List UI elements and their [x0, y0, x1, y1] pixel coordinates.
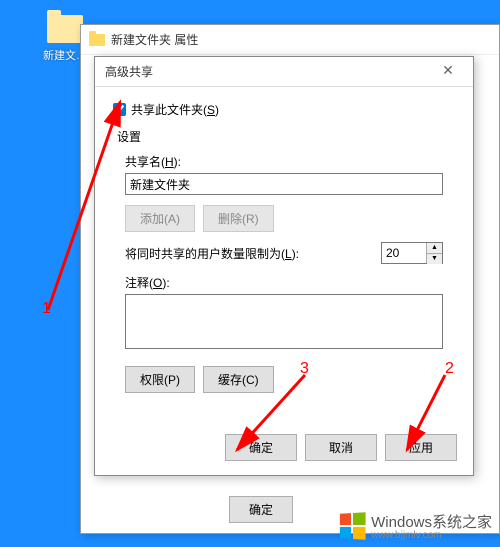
- comment-label: 注释(O):: [125, 274, 443, 291]
- ok-button[interactable]: 确定: [225, 434, 297, 461]
- watermark-text: Windows系统之家: [371, 514, 492, 531]
- watermark: Windows系统之家 www.bjjmlv.com: [339, 511, 492, 541]
- annotation-number-3: 3: [300, 360, 309, 378]
- close-icon[interactable]: ✕: [433, 62, 463, 82]
- settings-group: 设置 共享名(H): 添加(A) 删除(R) 将同时共享的用户数量限制为(L):: [113, 128, 455, 393]
- comment-textarea[interactable]: [125, 294, 443, 349]
- user-limit-label: 将同时共享的用户数量限制为(L):: [125, 245, 299, 262]
- properties-ok-button[interactable]: 确定: [229, 496, 293, 523]
- user-limit-input[interactable]: [382, 243, 426, 263]
- folder-icon: [47, 15, 83, 43]
- watermark-url: www.bjjmlv.com: [371, 530, 492, 541]
- settings-label: 设置: [117, 128, 455, 145]
- comment-field: 注释(O):: [125, 274, 443, 352]
- user-limit-row: 将同时共享的用户数量限制为(L): ▲ ▼: [125, 242, 443, 264]
- add-button[interactable]: 添加(A): [125, 205, 195, 232]
- share-folder-label[interactable]: 共享此文件夹(S): [131, 101, 219, 118]
- folder-icon: [89, 34, 105, 46]
- cache-button[interactable]: 缓存(C): [203, 366, 274, 393]
- permissions-button[interactable]: 权限(P): [125, 366, 195, 393]
- share-checkbox-row: 共享此文件夹(S): [113, 101, 455, 118]
- share-name-field: 共享名(H):: [125, 153, 443, 195]
- properties-title: 新建文件夹 属性: [111, 31, 198, 48]
- remove-button[interactable]: 删除(R): [203, 205, 274, 232]
- properties-titlebar[interactable]: 新建文件夹 属性: [81, 25, 499, 55]
- windows-logo-icon: [340, 512, 366, 540]
- cancel-button[interactable]: 取消: [305, 434, 377, 461]
- spinner-up-icon[interactable]: ▲: [427, 243, 442, 254]
- annotation-number-1: 1: [42, 300, 51, 318]
- user-limit-spinner[interactable]: ▲ ▼: [381, 242, 443, 264]
- share-name-label: 共享名(H):: [125, 153, 443, 170]
- apply-button[interactable]: 应用: [385, 434, 457, 461]
- spinner-down-icon[interactable]: ▼: [427, 254, 442, 264]
- share-folder-checkbox[interactable]: [113, 103, 126, 116]
- add-remove-row: 添加(A) 删除(R): [125, 205, 443, 232]
- advanced-sharing-dialog: 高级共享 ✕ 共享此文件夹(S) 设置 共享名(H): 添加(A) 删除(R): [94, 56, 474, 476]
- dialog-button-row: 确定 取消 应用: [225, 434, 457, 461]
- advanced-title: 高级共享: [105, 63, 153, 80]
- advanced-titlebar[interactable]: 高级共享 ✕: [95, 57, 473, 87]
- share-name-input[interactable]: [125, 173, 443, 195]
- permissions-cache-row: 权限(P) 缓存(C): [125, 366, 443, 393]
- annotation-number-2: 2: [445, 360, 454, 378]
